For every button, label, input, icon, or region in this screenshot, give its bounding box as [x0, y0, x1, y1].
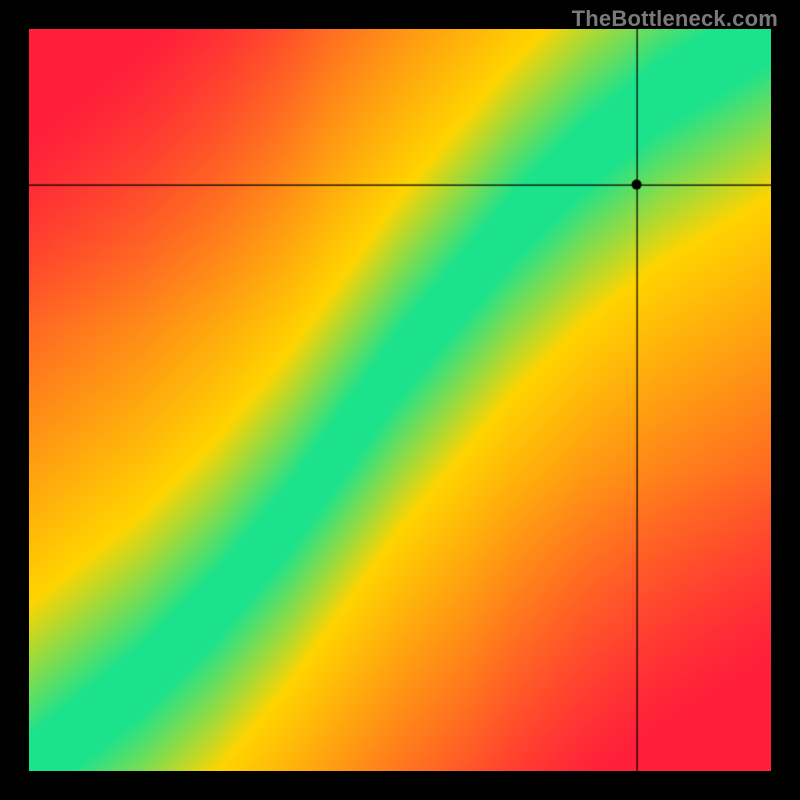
heatmap-canvas: [29, 29, 771, 771]
chart-stage: TheBottleneck.com: [0, 0, 800, 800]
